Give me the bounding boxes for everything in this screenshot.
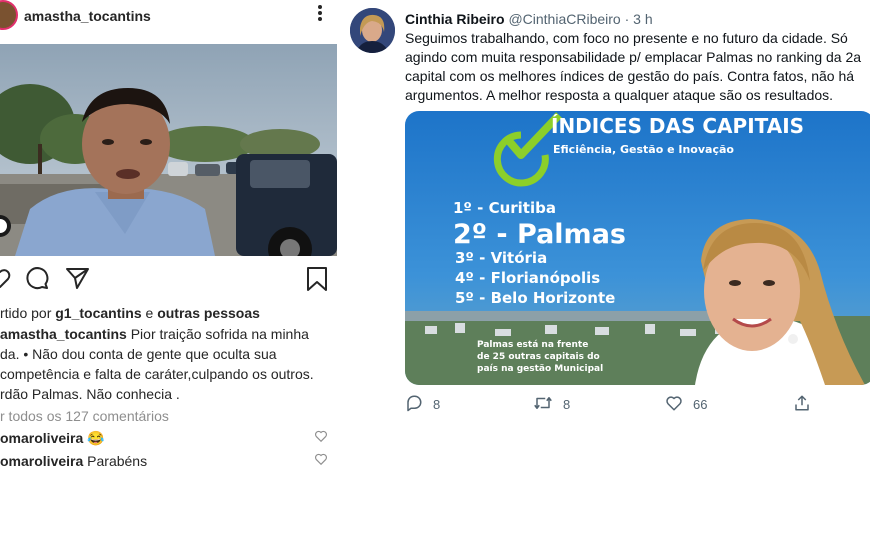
tweet-avatar[interactable] bbox=[350, 8, 395, 53]
tweet-text: Seguimos trabalhando, com foco no presen… bbox=[405, 30, 862, 103]
media-footer-line-1: Palmas está na frente bbox=[477, 340, 588, 350]
upload-share-icon bbox=[793, 394, 811, 415]
comment-username[interactable]: omaroliveira bbox=[0, 453, 83, 469]
retweet-icon bbox=[533, 394, 553, 415]
shared-prefix: rtido por bbox=[0, 305, 52, 321]
reply-button[interactable]: 8 bbox=[405, 394, 440, 415]
comment-text: Parabéns bbox=[87, 453, 148, 469]
comment-row: omaroliveira 😂 bbox=[0, 428, 105, 448]
ranking-item-4: 4º - Florianópolis bbox=[455, 269, 600, 287]
shared-joiner: e bbox=[145, 305, 154, 321]
instagram-video[interactable] bbox=[0, 44, 337, 256]
comment-heart-icon[interactable] bbox=[314, 452, 328, 471]
caption-line-2: da. • Não dou conta de gente que oculta … bbox=[0, 346, 277, 362]
shared-user-link[interactable]: g1_tocantins bbox=[55, 305, 141, 321]
caption-text: Pior traição sofrida na minha bbox=[130, 326, 309, 342]
video-frame bbox=[0, 44, 337, 256]
caption-username[interactable]: amastha_tocantins bbox=[0, 326, 127, 342]
tweet-action-bar: 8 8 66 bbox=[405, 394, 865, 416]
media-footer-line-3: país na gestão Municipal bbox=[477, 364, 603, 374]
tweet-author-handle[interactable]: @CinthiaCRibeiro bbox=[508, 11, 620, 27]
ranking-item-1: 1º - Curitiba bbox=[453, 199, 556, 217]
comment-icon[interactable] bbox=[25, 266, 49, 295]
instagram-avatar[interactable] bbox=[0, 0, 18, 30]
reply-icon bbox=[405, 394, 423, 415]
ranking-item-3: 3º - Vitória bbox=[455, 249, 547, 267]
reply-count: 8 bbox=[433, 397, 441, 412]
instagram-action-bar bbox=[0, 266, 337, 294]
tweet-author-name[interactable]: Cinthia Ribeiro bbox=[405, 11, 505, 27]
tweet-image[interactable]: ÍNDICES DAS CAPITAIS Eficiência, Gestão … bbox=[405, 111, 870, 385]
media-subtitle: Eficiência, Gestão e Inovação bbox=[553, 143, 734, 156]
instagram-post: amastha_tocantins rtido por g1_tocantins… bbox=[0, 0, 345, 550]
shared-others-link[interactable]: outras pessoas bbox=[157, 305, 260, 321]
like-button[interactable]: 66 bbox=[665, 394, 707, 415]
instagram-username[interactable]: amastha_tocantins bbox=[24, 8, 151, 24]
comment-heart-icon[interactable] bbox=[314, 429, 328, 448]
comment-username[interactable]: omaroliveira bbox=[0, 430, 83, 446]
bookmark-icon[interactable] bbox=[305, 266, 329, 297]
ranking-item-5: 5º - Belo Horizonte bbox=[455, 289, 615, 307]
caption-line-3: competência e falta de caráter,culpando … bbox=[0, 366, 314, 382]
caption-line-4: rdão Palmas. Não conhecia . bbox=[0, 386, 180, 402]
comment-row: omaroliveira Parabéns bbox=[0, 451, 147, 471]
ranking-item-2: 2º - Palmas bbox=[453, 219, 626, 250]
view-all-comments-link[interactable]: r todos os 127 comentários bbox=[0, 406, 169, 426]
shared-by-line: rtido por g1_tocantins e outras pessoas bbox=[0, 303, 260, 323]
tweet: Cinthia Ribeiro @CinthiaCRibeiro · 3 h S… bbox=[345, 0, 870, 550]
share-icon[interactable] bbox=[65, 266, 91, 295]
tweet-timestamp[interactable]: · 3 h bbox=[625, 11, 653, 27]
share-tweet-button[interactable] bbox=[793, 394, 811, 415]
comment-text: 😂 bbox=[87, 430, 105, 446]
campaign-graphic: ÍNDICES DAS CAPITAIS Eficiência, Gestão … bbox=[405, 111, 870, 385]
tweet-author-line: Cinthia Ribeiro @CinthiaCRibeiro · 3 h bbox=[405, 11, 653, 27]
like-count: 66 bbox=[693, 397, 708, 412]
retweet-count: 8 bbox=[563, 397, 571, 412]
like-icon bbox=[665, 394, 683, 415]
caption-line-1: amastha_tocantins Pior traição sofrida n… bbox=[0, 324, 309, 344]
media-footer-line-2: de 25 outras capitais do bbox=[477, 352, 600, 362]
heart-icon[interactable] bbox=[0, 266, 12, 295]
media-title: ÍNDICES DAS CAPITAIS bbox=[551, 114, 804, 138]
retweet-button[interactable]: 8 bbox=[533, 394, 570, 415]
more-vertical-icon[interactable] bbox=[312, 2, 328, 28]
